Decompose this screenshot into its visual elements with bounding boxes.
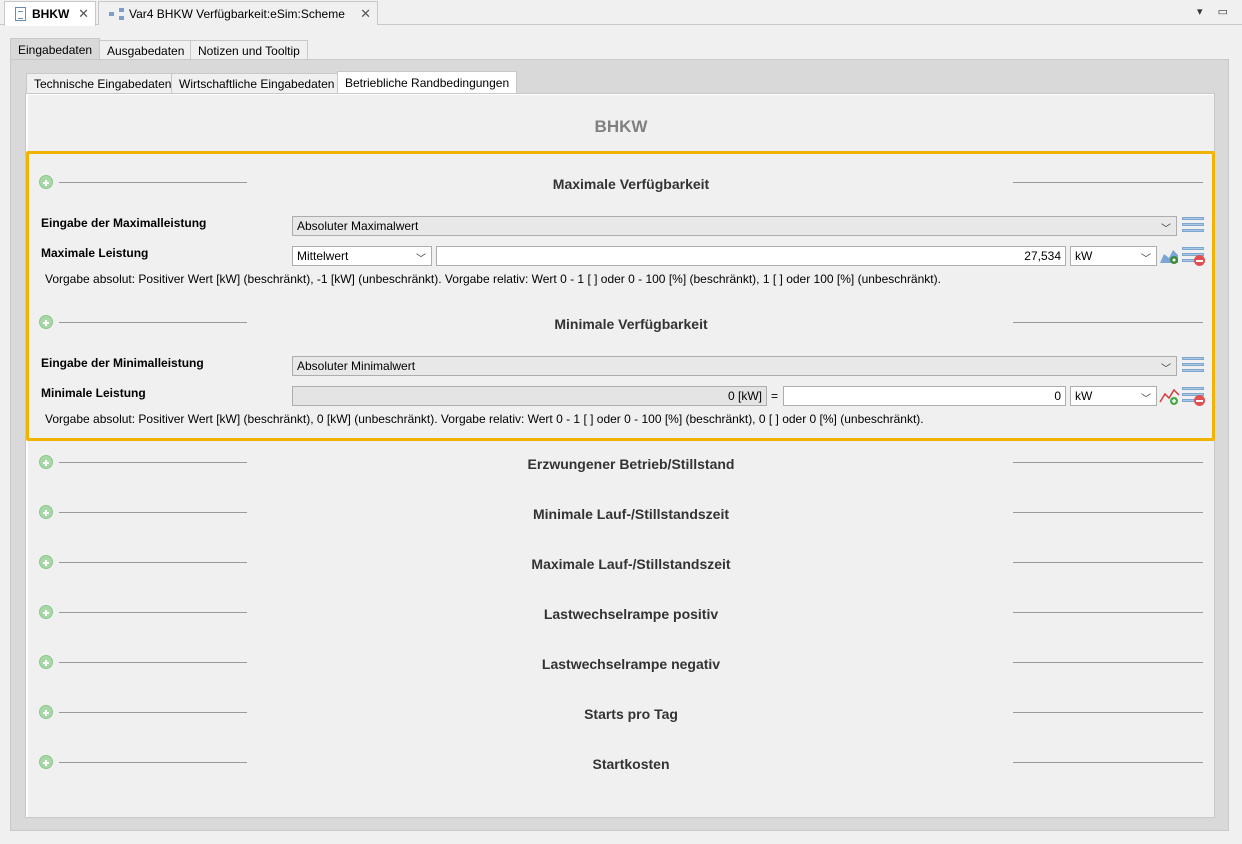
select-value: Mittelwert xyxy=(297,249,349,263)
section-title[interactable]: Lastwechselrampe positiv xyxy=(0,606,1242,622)
min-power-label: Minimale Leistung xyxy=(41,386,146,400)
list-remove-icon[interactable] xyxy=(1182,387,1205,406)
section-title[interactable]: Minimale Lauf-/Stillstandszeit xyxy=(0,506,1242,522)
chart-add-icon[interactable] xyxy=(1159,386,1181,406)
tab-label: Ausgabedaten xyxy=(107,44,185,58)
chart-view-icon[interactable] xyxy=(1159,246,1181,266)
tab-label: Technische Eingabedaten xyxy=(34,77,172,91)
min-power-field[interactable]: 0 xyxy=(783,386,1066,406)
min-hint-text: Vorgabe absolut: Positiver Wert [kW] (be… xyxy=(45,412,924,426)
min-input-label: Eingabe der Minimalleistung xyxy=(41,356,204,370)
subtab-wirtschaftlich[interactable]: Wirtschaftliche Eingabedaten xyxy=(171,73,343,94)
editor-tab-bhkw[interactable]: BHKW ✕ xyxy=(4,1,96,26)
editor-tab-label: BHKW xyxy=(32,7,70,21)
editor-tab-bar: BHKW ✕ Var4 BHKW Verfügbarkeit:eSim:Sche… xyxy=(0,0,1242,26)
subtab-betrieblich[interactable]: Betriebliche Randbedingungen xyxy=(337,71,518,94)
list-remove-icon[interactable] xyxy=(1182,247,1205,266)
section-title[interactable]: Starts pro Tag xyxy=(0,706,1242,722)
close-icon[interactable]: ✕ xyxy=(360,6,371,22)
chevron-down-icon: ﹀ xyxy=(1141,254,1151,265)
section-title: Maximale Verfügbarkeit xyxy=(552,176,710,192)
section-title[interactable]: Maximale Lauf-/Stillstandszeit xyxy=(0,556,1242,572)
chevron-down-icon: ﹀ xyxy=(1161,224,1171,235)
editor-tab-label: Var4 BHKW Verfügbarkeit:eSim:Scheme xyxy=(129,6,345,21)
chevron-down-icon: ﹀ xyxy=(1141,394,1151,405)
minus-icon xyxy=(1194,255,1205,266)
select-value: Absoluter Minimalwert xyxy=(297,359,416,373)
select-value: Absoluter Maximalwert xyxy=(297,219,419,233)
chevron-down-icon: ﹀ xyxy=(1161,364,1171,375)
section-title: Minimale Verfügbarkeit xyxy=(554,316,708,332)
min-unit-select[interactable]: kW ﹀ xyxy=(1070,386,1157,406)
max-power-field[interactable]: 27,534 xyxy=(436,246,1066,266)
max-hint-text: Vorgabe absolut: Positiver Wert [kW] (be… xyxy=(45,272,941,286)
tab-eingabedaten[interactable]: Eingabedaten xyxy=(10,38,101,61)
min-readonly-field: 0 [kW] xyxy=(292,386,767,406)
section-title[interactable]: Erzwungener Betrieb/Stillstand xyxy=(0,456,1242,472)
max-aggregation-select[interactable]: Mittelwert ﹀ xyxy=(292,246,432,266)
max-unit-select[interactable]: kW ﹀ xyxy=(1070,246,1157,266)
max-power-label: Maximale Leistung xyxy=(41,246,149,260)
editor-tab-scheme[interactable]: Var4 BHKW Verfügbarkeit:eSim:Scheme ✕ xyxy=(98,1,378,25)
tab-ausgabedaten[interactable]: Ausgabedaten xyxy=(99,40,193,61)
max-input-label: Eingabe der Maximalleistung xyxy=(41,216,207,230)
section-title[interactable]: Startkosten xyxy=(0,756,1242,772)
equals-sign: = xyxy=(771,389,779,403)
min-input-mode-select[interactable]: Absoluter Minimalwert ﹀ xyxy=(292,356,1177,376)
tab-label: Wirtschaftliche Eingabedaten xyxy=(179,77,335,91)
chevron-down-icon: ﹀ xyxy=(416,254,426,265)
close-icon[interactable]: ✕ xyxy=(78,6,89,22)
minus-icon xyxy=(1194,395,1205,406)
scheme-icon xyxy=(109,7,125,20)
section-title[interactable]: Lastwechselrampe negativ xyxy=(0,656,1242,672)
document-icon xyxy=(15,7,26,21)
tab-label: Notizen und Tooltip xyxy=(198,44,300,58)
select-value: kW xyxy=(1075,389,1093,403)
max-input-mode-select[interactable]: Absoluter Maximalwert ﹀ xyxy=(292,216,1177,236)
subtab-technisch[interactable]: Technische Eingabedaten xyxy=(26,73,180,94)
window-controls[interactable]: ▾ ▭ xyxy=(1197,5,1234,18)
tab-label: Betriebliche Randbedingungen xyxy=(345,76,510,90)
list-icon[interactable] xyxy=(1182,217,1204,235)
select-value: kW xyxy=(1075,249,1093,263)
list-icon[interactable] xyxy=(1182,357,1204,375)
page-title: BHKW xyxy=(594,117,648,136)
tab-label: Eingabedaten xyxy=(18,43,93,57)
tab-notizen[interactable]: Notizen und Tooltip xyxy=(190,40,308,61)
